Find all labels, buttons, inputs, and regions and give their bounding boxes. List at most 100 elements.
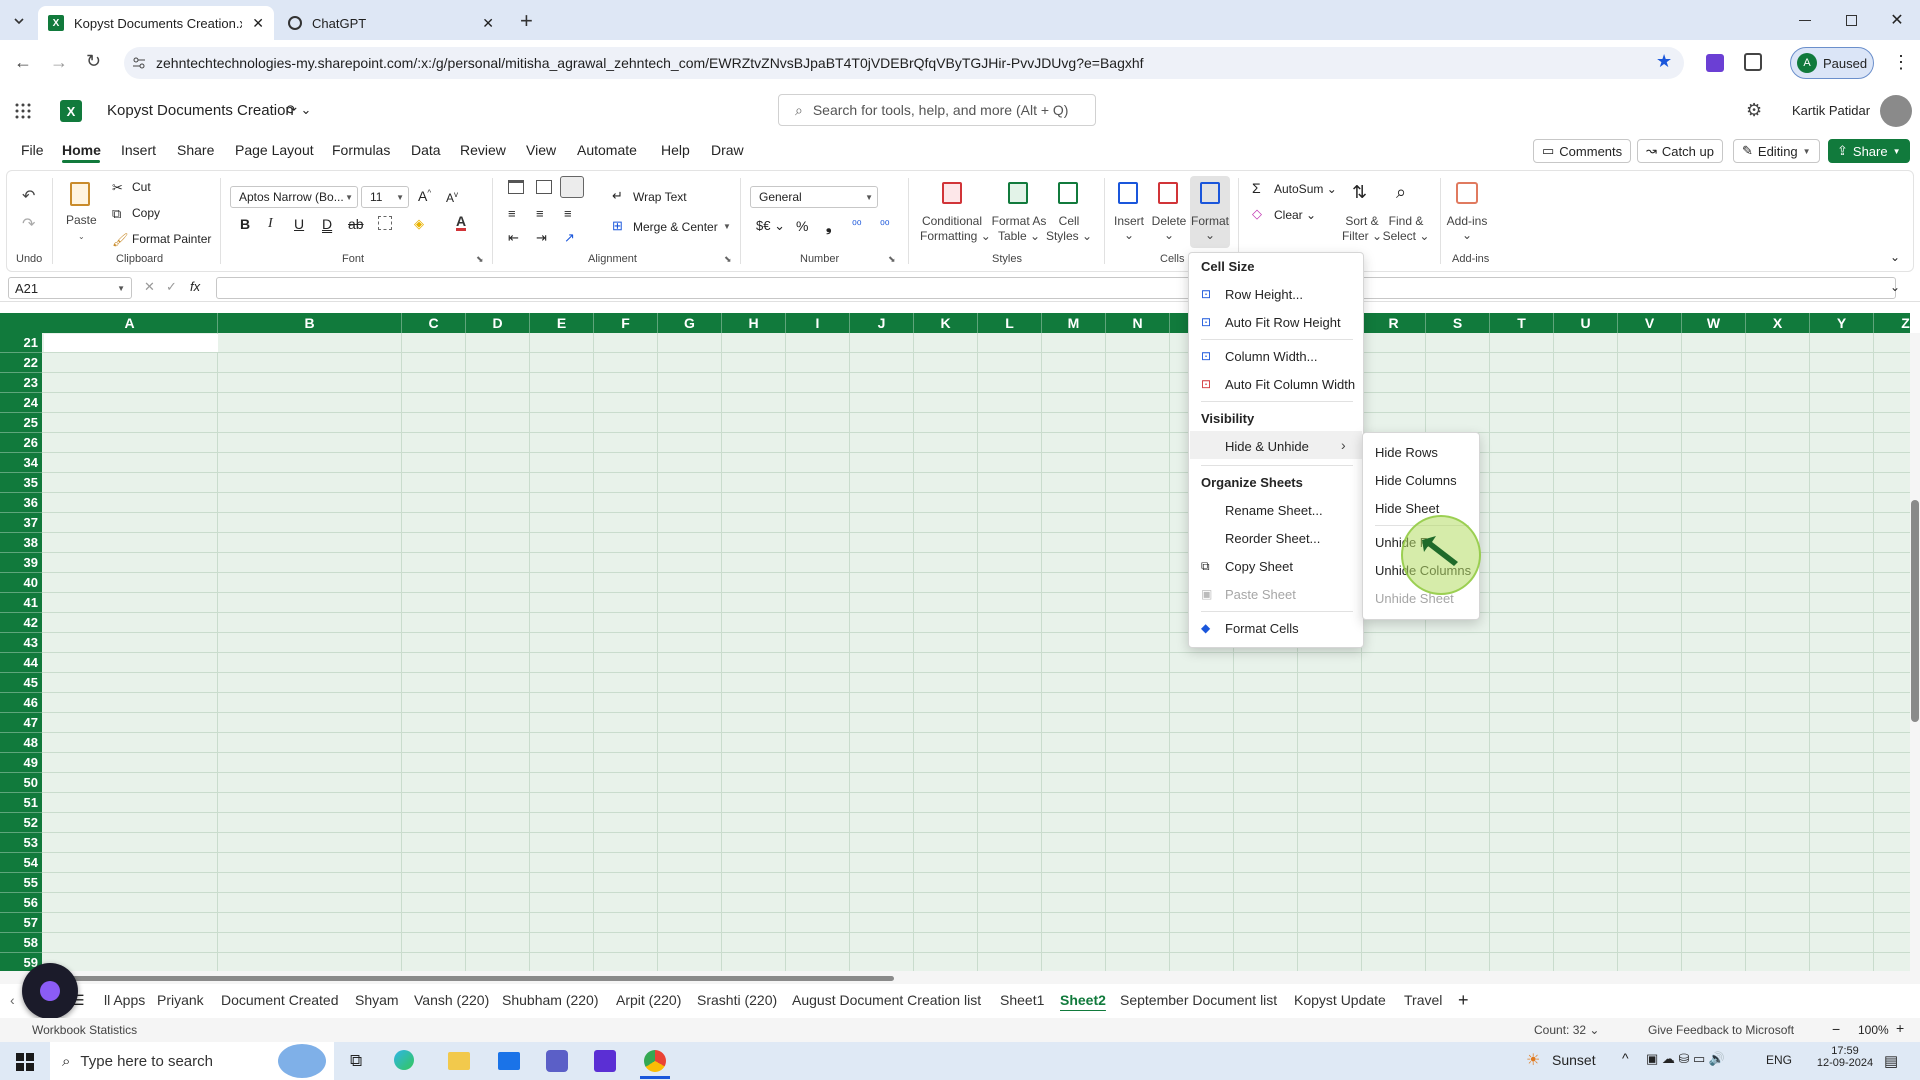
tab-draw[interactable]: Draw bbox=[711, 142, 744, 158]
task-view-icon[interactable]: ⧉ bbox=[350, 1051, 362, 1071]
column-header[interactable]: W bbox=[1682, 313, 1746, 333]
row-header[interactable]: 58 bbox=[0, 933, 42, 953]
reload-icon[interactable]: ↻ bbox=[86, 51, 101, 72]
align-bottom-icon[interactable] bbox=[560, 176, 584, 198]
underline-icon[interactable]: U bbox=[294, 216, 304, 232]
row-header[interactable]: 38 bbox=[0, 533, 42, 553]
name-box[interactable]: A21 ▼ bbox=[8, 277, 132, 299]
decrease-font-icon[interactable]: Av bbox=[446, 190, 458, 205]
column-header[interactable]: T bbox=[1490, 313, 1554, 333]
font-name-select[interactable]: Aptos Narrow (Bo... ▼ bbox=[230, 186, 358, 208]
column-header[interactable]: F bbox=[594, 313, 658, 333]
url-text[interactable]: zehntechtechnologies-my.sharepoint.com/:… bbox=[156, 55, 1144, 71]
collapse-ribbon-chevron-icon[interactable]: ⌄ bbox=[1890, 250, 1900, 264]
tab-search-chevron-icon[interactable] bbox=[8, 10, 30, 32]
column-header[interactable]: S bbox=[1426, 313, 1490, 333]
tab-file[interactable]: File bbox=[21, 142, 44, 158]
addins-label[interactable]: Add-ins ⌄ bbox=[1444, 214, 1490, 242]
workbook-statistics[interactable]: Workbook Statistics bbox=[32, 1023, 137, 1037]
column-header[interactable]: H bbox=[722, 313, 786, 333]
chevron-down-icon[interactable]: ▼ bbox=[723, 222, 731, 231]
font-size-select[interactable]: 11 ▼ bbox=[361, 186, 409, 208]
excel-logo-icon[interactable]: X bbox=[60, 100, 82, 122]
feedback-link[interactable]: Give Feedback to Microsoft bbox=[1648, 1023, 1794, 1037]
extensions-puzzle-icon[interactable] bbox=[1744, 53, 1762, 71]
bold-icon[interactable]: B bbox=[240, 216, 250, 232]
conditional-formatting-icon[interactable] bbox=[942, 182, 962, 204]
addins-icon[interactable] bbox=[1456, 182, 1478, 204]
chrome-icon[interactable] bbox=[644, 1050, 666, 1072]
row-header[interactable]: 36 bbox=[0, 493, 42, 513]
format-painter-icon[interactable]: 🖌 bbox=[112, 232, 129, 248]
delete-cells-icon[interactable] bbox=[1158, 182, 1178, 204]
row-header[interactable]: 56 bbox=[0, 893, 42, 913]
tray-icons[interactable]: ▣ ☁ ⛁ ▭ 🔊 bbox=[1646, 1051, 1725, 1067]
column-header[interactable]: G bbox=[658, 313, 722, 333]
column-header[interactable]: U bbox=[1554, 313, 1618, 333]
align-right-icon[interactable]: ≡ bbox=[564, 206, 572, 221]
sheet-tab[interactable]: Priyank bbox=[157, 992, 204, 1008]
font-dialog-launcher-icon[interactable]: ⬊ bbox=[476, 254, 484, 265]
teams-icon[interactable] bbox=[546, 1050, 568, 1072]
undo-icon[interactable]: ↶ bbox=[22, 186, 35, 206]
percent-icon[interactable]: % bbox=[796, 218, 808, 234]
merge-center-label[interactable]: Merge & Center bbox=[633, 220, 718, 234]
sheet-tab[interactable]: Shyam bbox=[355, 992, 399, 1008]
delete-label[interactable]: Delete ⌄ bbox=[1150, 214, 1188, 242]
confirm-formula-icon[interactable]: ✓ bbox=[166, 279, 177, 295]
new-tab-plus-icon[interactable]: + bbox=[520, 8, 533, 34]
browser-tab-excel[interactable]: X Kopyst Documents Creation.xls ✕ bbox=[38, 6, 274, 40]
column-header[interactable]: X bbox=[1746, 313, 1810, 333]
comments-button[interactable]: ▭ Comments bbox=[1533, 139, 1632, 163]
column-header[interactable]: Y bbox=[1810, 313, 1874, 333]
catch-up-button[interactable]: ↝ Catch up bbox=[1637, 139, 1723, 163]
increase-font-icon[interactable]: A^ bbox=[418, 188, 431, 204]
row-header[interactable]: 26 bbox=[0, 433, 42, 453]
row-header[interactable]: 41 bbox=[0, 593, 42, 613]
language-indicator[interactable]: ENG bbox=[1766, 1053, 1792, 1067]
site-info-icon[interactable] bbox=[132, 56, 146, 70]
tab-review[interactable]: Review bbox=[460, 142, 506, 158]
chevron-down-icon[interactable]: ⌄ bbox=[78, 232, 85, 241]
browser-tab-chatgpt[interactable]: ChatGPT ✕ bbox=[278, 6, 504, 40]
tab-share[interactable]: Share bbox=[177, 142, 214, 158]
column-header[interactable]: N bbox=[1106, 313, 1170, 333]
column-header[interactable]: B bbox=[218, 313, 402, 333]
row-header[interactable]: 22 bbox=[0, 353, 42, 373]
zoom-out-icon[interactable]: − bbox=[1832, 1021, 1840, 1037]
format-as-table-label[interactable]: Format As Table ⌄ bbox=[990, 214, 1048, 244]
borders-icon[interactable] bbox=[378, 216, 392, 230]
sort-filter-label[interactable]: Sort & Filter ⌄ bbox=[1338, 214, 1386, 244]
reorder-sheet-item[interactable]: Reorder Sheet... bbox=[1225, 531, 1320, 546]
column-header[interactable]: K bbox=[914, 313, 978, 333]
row-header[interactable]: 43 bbox=[0, 633, 42, 653]
zoom-level[interactable]: 100% bbox=[1858, 1023, 1889, 1037]
clear-label[interactable]: Clear ⌄ bbox=[1274, 208, 1316, 222]
clipboard-paste-icon[interactable] bbox=[70, 182, 90, 206]
row-header[interactable]: 52 bbox=[0, 813, 42, 833]
sunset-weather-icon[interactable]: ☀ bbox=[1526, 1050, 1540, 1070]
column-header[interactable]: M bbox=[1042, 313, 1106, 333]
autofit-column-width-item[interactable]: Auto Fit Column Width bbox=[1225, 377, 1355, 392]
sheet-tab[interactable]: Kopyst Update bbox=[1294, 992, 1386, 1008]
row-header[interactable]: 40 bbox=[0, 573, 42, 593]
alignment-dialog-launcher-icon[interactable]: ⬊ bbox=[724, 254, 732, 265]
format-painter-label[interactable]: Format Painter bbox=[132, 232, 211, 246]
row-header[interactable]: 49 bbox=[0, 753, 42, 773]
autosum-sigma-icon[interactable]: Σ bbox=[1252, 180, 1261, 196]
increase-decimal-icon[interactable]: ⁰⁰ bbox=[852, 218, 862, 232]
row-header[interactable]: 44 bbox=[0, 653, 42, 673]
sheet-tab[interactable]: ll Apps bbox=[104, 992, 145, 1008]
tab-data[interactable]: Data bbox=[411, 142, 441, 158]
row-header[interactable]: 55 bbox=[0, 873, 42, 893]
close-tab-icon[interactable]: ✕ bbox=[252, 15, 264, 32]
wrap-text-icon[interactable]: ↵ bbox=[612, 188, 623, 204]
sheet-tab[interactable]: Srashti (220) bbox=[697, 992, 777, 1008]
strikethrough-icon[interactable]: ab bbox=[348, 216, 364, 232]
paste-label[interactable]: Paste bbox=[66, 213, 97, 227]
column-header[interactable]: A bbox=[42, 313, 218, 333]
hide-rows-item[interactable]: Hide Rows bbox=[1375, 445, 1438, 460]
row-header[interactable]: 53 bbox=[0, 833, 42, 853]
sheet-tab[interactable]: Document Created bbox=[221, 992, 339, 1008]
avatar[interactable] bbox=[1880, 95, 1912, 127]
